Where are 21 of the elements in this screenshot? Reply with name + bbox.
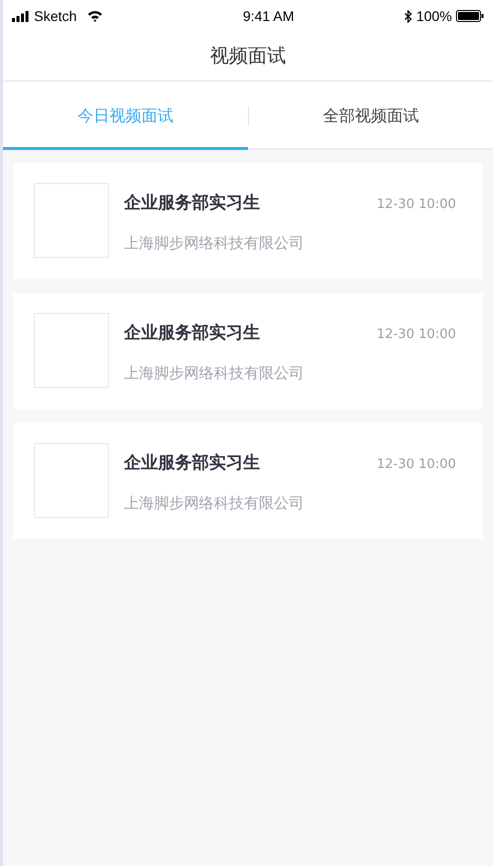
signal-icon [12,10,30,22]
company-name: 上海脚步网络科技有限公司 [124,362,305,384]
interview-card[interactable]: 企业服务部实习生 上海脚步网络科技有限公司 12-30 10:00 [13,423,483,539]
tab[interactable]: 全部视频面试 [249,84,493,150]
interview-time: 12-30 10:00 [376,196,456,214]
wifi-icon [86,10,103,22]
position-title: 企业服务部实习生 [124,452,261,475]
interview-time: 12-30 10:00 [376,326,456,344]
company-name: 上海脚步网络科技有限公司 [124,492,305,514]
battery-icon [456,10,484,22]
bluetooth-icon [404,10,412,22]
company-name: 上海脚步网络科技有限公司 [124,232,305,254]
interview-time: 12-30 10:00 [376,456,456,474]
position-title: 企业服务部实习生 [124,322,261,345]
position-title: 企业服务部实习生 [124,192,261,215]
battery-percentage: 100% [416,6,452,26]
interview-card[interactable]: 企业服务部实习生 上海脚步网络科技有限公司 12-30 10:00 [13,293,483,409]
carrier-name: Sketch [34,6,77,26]
interview-card[interactable]: 企业服务部实习生 上海脚步网络科技有限公司 12-30 10:00 [13,163,483,279]
clock-time: 9:41 AM [242,6,294,26]
page-title: 视频面试 [210,44,286,69]
